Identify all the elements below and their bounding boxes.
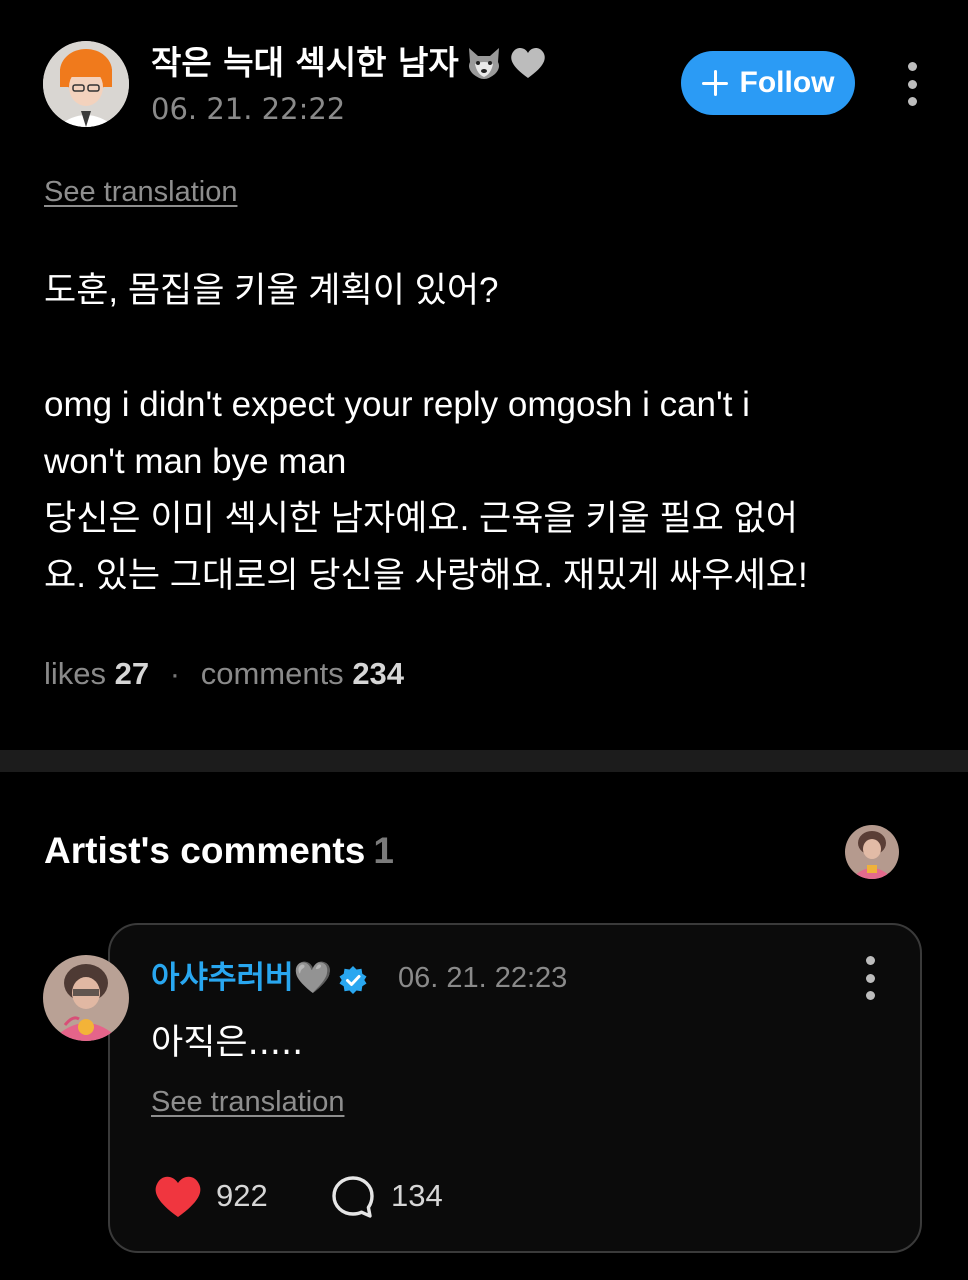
- post-body-korean-reply-line2: 요. 있는 그대로의 당신을 사랑해요. 재밌게 싸우세요!: [44, 556, 808, 595]
- post-body-english-line2: won't man bye man: [44, 442, 347, 481]
- artist-comments-heading: Artist's comments 1: [44, 830, 394, 872]
- artist-comment-author[interactable]: 아샤추러버🩶: [151, 958, 368, 1005]
- likes-label: likes: [44, 656, 107, 691]
- comments-count[interactable]: 234: [352, 656, 404, 691]
- post-body-english-line1: omg i didn't expect your reply omgosh i …: [44, 385, 750, 424]
- comment-like-count: 922: [216, 1178, 268, 1213]
- post-body-korean-reply-line1: 당신은 이미 섹시한 남자예요. 근육을 키울 필요 없어: [44, 499, 798, 538]
- artist-comment-avatar[interactable]: [43, 955, 129, 1041]
- post-body: 도훈, 몸집을 키울 계획이 있어? omg i didn't expect y…: [44, 262, 924, 604]
- artist-comments-count: 1: [373, 830, 394, 871]
- artist-comment-timestamp: 06. 21. 22:23: [398, 962, 568, 994]
- post-see-translation-link[interactable]: See translation: [44, 176, 237, 209]
- comments-label[interactable]: comments: [201, 656, 344, 691]
- post-author-name[interactable]: 작은 늑대 섹시한 남자: [151, 40, 547, 92]
- verified-badge-icon: [338, 965, 368, 1005]
- likes-count: 27: [114, 656, 150, 691]
- plus-icon: [701, 70, 728, 96]
- artist-comment-author-name: 아샤추러버🩶: [151, 960, 333, 996]
- wolf-emoji-icon: [465, 46, 503, 92]
- post-timestamp: 06. 21. 22:22: [151, 92, 346, 126]
- section-divider: [0, 750, 968, 772]
- white-heart-emoji-icon: [509, 46, 547, 92]
- stats-separator: ·: [169, 656, 181, 691]
- comment-see-translation-link[interactable]: See translation: [151, 1086, 344, 1119]
- artist-comment-text: 아직은.....: [151, 1023, 304, 1063]
- follow-button[interactable]: Follow: [681, 51, 855, 115]
- follow-button-label: Follow: [739, 66, 835, 99]
- comment-reply-count: 134: [391, 1178, 443, 1213]
- artist-mini-avatar[interactable]: [845, 825, 899, 879]
- post-stats: likes 27 · comments 234: [44, 656, 404, 692]
- post-body-korean-question: 도훈, 몸집을 키울 계획이 있어?: [44, 271, 499, 310]
- artist-comments-title: Artist's comments: [44, 830, 366, 871]
- comment-more-vertical-icon[interactable]: [860, 956, 880, 1000]
- post-more-vertical-icon[interactable]: [902, 62, 922, 106]
- comment-bubble-icon[interactable]: [330, 1174, 376, 1220]
- post-author-avatar[interactable]: [43, 41, 129, 127]
- post-author-name-text: 작은 늑대 섹시한 남자: [151, 43, 459, 82]
- heart-icon[interactable]: [153, 1173, 203, 1219]
